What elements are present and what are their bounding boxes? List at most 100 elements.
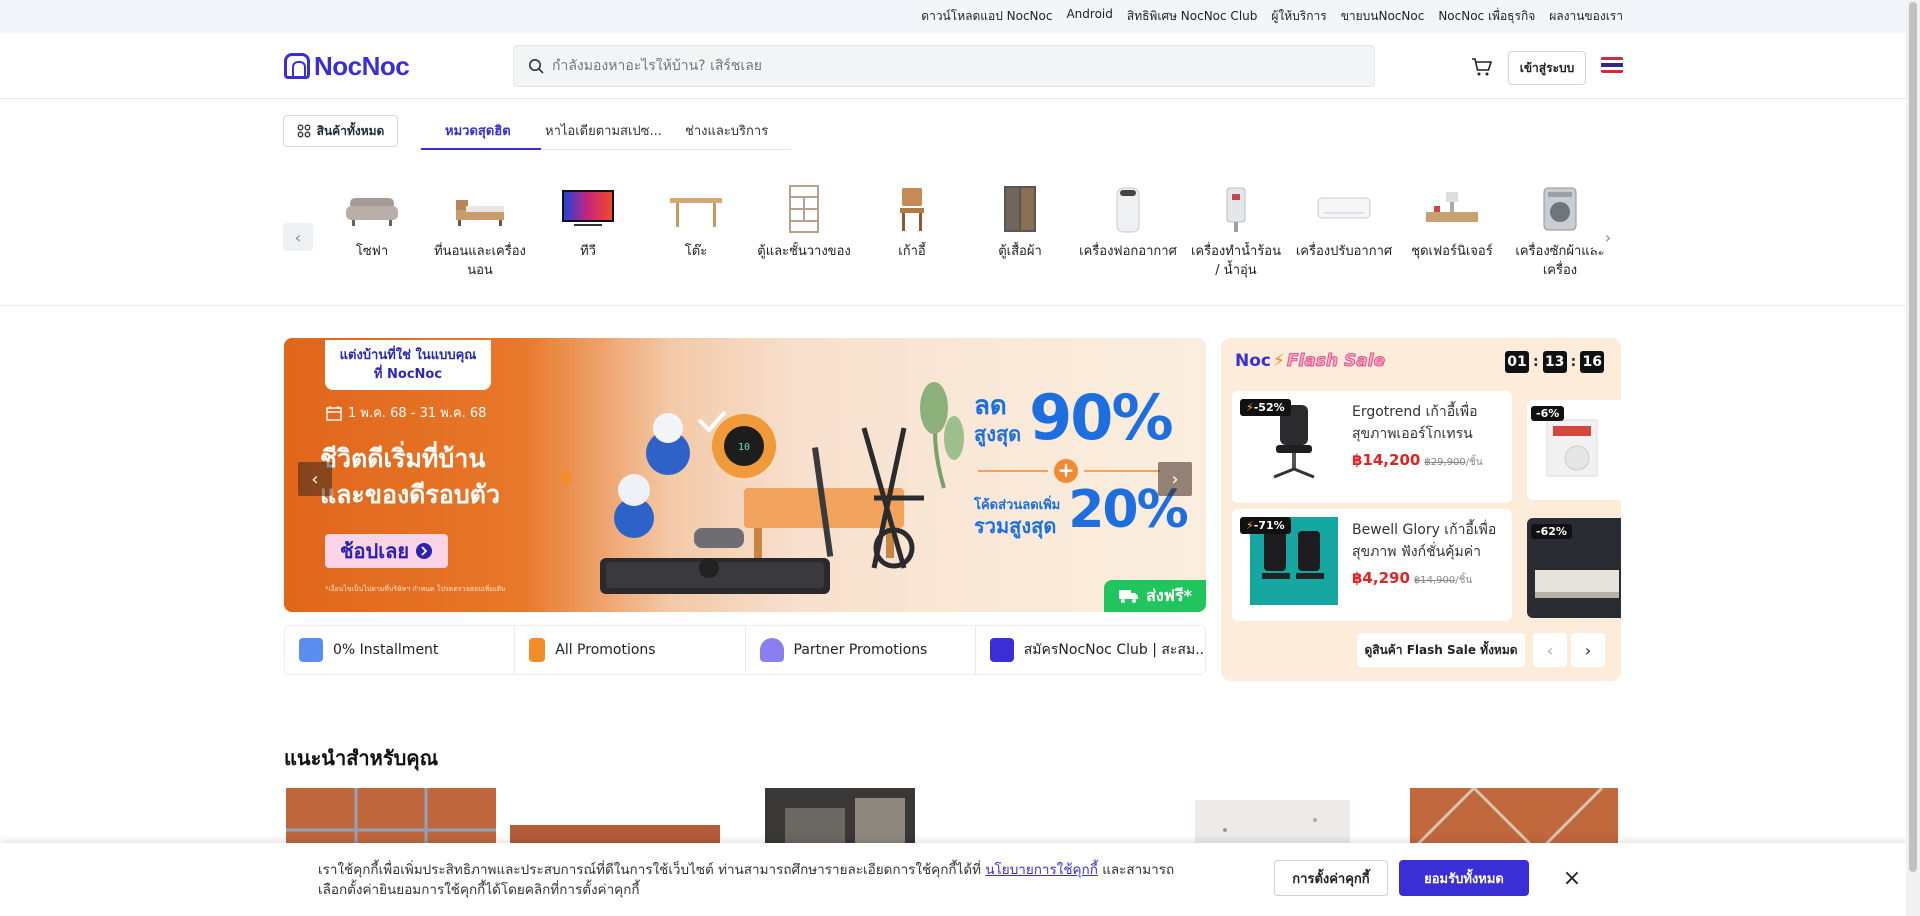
search-bar[interactable] xyxy=(513,45,1375,87)
view-all-flash-sale-button[interactable]: ดูสินค้า Flash Sale ทั้งหมด xyxy=(1357,633,1525,667)
nocnoc-club-signup-label: สมัครNocNoc Club | สะสม... xyxy=(1023,642,1205,658)
cookie-policy-link[interactable]: นโยบายการใช้คุกกี้ xyxy=(985,862,1098,878)
product-name: Bewell Glory เก้าอี้เพื่อสุขภาพ ฟังก์ชั่… xyxy=(1352,522,1497,560)
divider-line xyxy=(978,470,1048,472)
hero-prev-button[interactable]: ‹ xyxy=(298,462,332,496)
cookie-text-part1: เราใช้คุกกี้เพื่อเพิ่มประสิทธิภาพและประส… xyxy=(318,862,986,878)
nocnoc-logo[interactable]: NocNoc xyxy=(284,51,410,81)
service-provider-link[interactable]: ผู้ให้บริการ xyxy=(1271,7,1326,26)
sofa-icon xyxy=(344,184,400,234)
house-logo-icon xyxy=(284,53,310,79)
installment-link[interactable]: 0% Installment xyxy=(285,626,516,674)
search-input[interactable] xyxy=(552,58,1332,74)
login-button[interactable]: เข้าสู่ระบบ xyxy=(1508,51,1586,85)
category-furniture-set[interactable]: ชุดเฟอร์นิเจอร์ xyxy=(1403,178,1501,291)
category-label: เครื่องฟอกอากาศ xyxy=(1079,244,1177,259)
discount-promo: ลด สูงสุด 90% โค้ดส่วนลดเพิ่ม รวมสูงสุด … xyxy=(974,381,1189,538)
flash-sale-product-card[interactable]: ⚡-71% Bewell Glory เก้าอี้เพื่อสุขภาพ ฟั… xyxy=(1232,509,1512,621)
all-promotions-link[interactable]: All Promotions xyxy=(515,626,746,674)
our-works-link[interactable]: ผลงานของเรา xyxy=(1549,7,1623,26)
divider-line xyxy=(1084,470,1160,472)
all-products-button[interactable]: สินค้าทั้งหมด xyxy=(283,115,398,147)
close-icon[interactable]: × xyxy=(1558,864,1586,892)
hero-tagline-line1: แต่งบ้านที่ใช่ ในแบบคุณ xyxy=(339,348,477,363)
category-label: เครื่องปรับอากาศ xyxy=(1295,244,1393,259)
tab-ideas-by-space[interactable]: หาไอเดียตามสเปซ... xyxy=(545,120,662,141)
shop-now-button[interactable]: ช้อปเลย xyxy=(325,534,448,568)
tab-services[interactable]: ช่างและบริการ xyxy=(685,120,768,141)
scrollbar-thumb[interactable] xyxy=(1909,2,1917,872)
cart-icon[interactable] xyxy=(1470,55,1494,79)
price-unit: /ชิ้น xyxy=(1455,575,1473,586)
grid-icon xyxy=(297,124,311,138)
tag-icon xyxy=(529,638,546,662)
category-label: เครื่องทำน้ำร้อน / น้ำอุ่น xyxy=(1190,244,1281,278)
water-heater-icon xyxy=(1208,184,1264,234)
wardrobe-icon xyxy=(992,184,1048,234)
category-water-heater[interactable]: เครื่องทำน้ำร้อน / น้ำอุ่น xyxy=(1187,178,1285,291)
timer-hours: 01 xyxy=(1505,351,1529,373)
lightning-icon: ⚡ xyxy=(1272,351,1285,371)
category-table[interactable]: โต๊ะ xyxy=(647,178,745,291)
category-tv[interactable]: ทีวี xyxy=(539,178,637,291)
free-shipping-label: ส่งฟรี* xyxy=(1146,585,1192,605)
category-label: โต๊ะ xyxy=(684,244,708,259)
page-scrollbar[interactable] xyxy=(1906,0,1920,916)
category-label: ตู้และชั้นวางของ xyxy=(757,244,851,259)
flash-sale-next-button[interactable]: › xyxy=(1571,633,1605,667)
installment-icon xyxy=(299,638,323,662)
flash-sale-product-card-partial[interactable]: -62% xyxy=(1527,518,1621,618)
sell-on-nocnoc-link[interactable]: ขายบนNocNoc xyxy=(1341,7,1425,26)
thai-flag-icon[interactable] xyxy=(1601,57,1623,73)
product-price: ฿4,290 ฿14,900/ชิ้น xyxy=(1352,569,1472,588)
tab-popular-categories[interactable]: หมวดสุดฮิต xyxy=(445,120,511,141)
flash-sale-brand: Noc xyxy=(1235,351,1271,371)
carousel-next-button[interactable]: › xyxy=(1593,223,1623,251)
cookie-settings-button[interactable]: การตั้งค่าคุกกี้ xyxy=(1274,860,1388,896)
discount-badge: -62% xyxy=(1531,524,1572,539)
shelf-icon xyxy=(776,184,832,234)
nocnoc-club-link[interactable]: สิทธิพิเศษ NocNoc Club xyxy=(1127,7,1258,26)
discount-badge-text: -52% xyxy=(1253,401,1285,414)
category-label: โซฟา xyxy=(355,244,389,259)
discount-sub: สูงสุด xyxy=(974,422,1022,446)
flash-sale-title: Noc ⚡ Flash Sale xyxy=(1235,351,1386,372)
download-app-link[interactable]: ดาวน์โหลดแอป NocNoc xyxy=(921,7,1052,26)
accept-all-cookies-button[interactable]: ยอมรับทั้งหมด xyxy=(1399,860,1529,896)
installment-label: 0% Installment xyxy=(333,642,439,658)
category-chair[interactable]: เก้าอี้ xyxy=(863,178,961,291)
nocnoc-business-link[interactable]: NocNoc เพื่อธุรกิจ xyxy=(1438,7,1535,26)
sale-price: ฿14,200 xyxy=(1352,451,1421,469)
arrow-circle-icon xyxy=(416,543,433,559)
category-carousel: ‹ โซฟา ที่นอนและเครื่องนอน ทีวี โต๊ะ ตู้… xyxy=(283,178,1623,293)
product-price: ฿14,200 ฿29,900/ชิ้น xyxy=(1352,451,1483,470)
handshake-icon xyxy=(759,638,784,662)
hero-date: 1 พ.ค. 68 - 31 พ.ค. 68 xyxy=(326,402,486,423)
hero-banner[interactable]: แต่งบ้านที่ใช่ ในแบบคุณ ที่ NocNoc 1 พ.ค… xyxy=(284,338,1206,612)
air-purifier-icon xyxy=(1100,184,1156,234)
category-bedding[interactable]: ที่นอนและเครื่องนอน xyxy=(431,178,529,291)
discount-value: 90% xyxy=(1029,381,1173,454)
extra-discount-line2: รวมสูงสุด xyxy=(974,514,1057,538)
nocnoc-club-signup-link[interactable]: สมัครNocNoc Club | สะสม... xyxy=(976,626,1205,674)
hero-next-button[interactable]: › xyxy=(1158,462,1192,496)
carousel-prev-button[interactable]: ‹ xyxy=(283,223,313,251)
discount-prefix: ลด xyxy=(974,391,1007,421)
sale-price: ฿4,290 xyxy=(1352,569,1410,587)
hero-product-scene-image: 10 xyxy=(560,382,964,594)
category-air-purifier[interactable]: เครื่องฟอกอากาศ xyxy=(1079,178,1177,291)
category-shelves[interactable]: ตู้และชั้นวางของ xyxy=(755,178,853,291)
cookie-message: เราใช้คุกกี้เพื่อเพิ่มประสิทธิภาพและประส… xyxy=(318,860,1188,900)
category-air-conditioner[interactable]: เครื่องปรับอากาศ xyxy=(1295,178,1393,291)
category-sofa[interactable]: โซฟา xyxy=(323,178,421,291)
android-link[interactable]: Android xyxy=(1066,7,1112,26)
category-wardrobe[interactable]: ตู้เสื้อผ้า xyxy=(971,178,1069,291)
partner-promotions-link[interactable]: Partner Promotions xyxy=(746,626,976,674)
flash-sale-product-card-partial[interactable]: -6% xyxy=(1527,400,1621,500)
flash-sale-product-card[interactable]: ⚡-52% Ergotrend เก้าอี้เพื่อสุขภาพเออร์โ… xyxy=(1232,391,1512,503)
all-products-label: สินค้าทั้งหมด xyxy=(316,123,385,138)
top-utility-bar: ดาวน์โหลดแอป NocNoc Android สิทธิพิเศษ N… xyxy=(0,0,1920,33)
category-label: ชุดเฟอร์นิเจอร์ xyxy=(1411,244,1493,259)
category-label: ตู้เสื้อผ้า xyxy=(998,244,1042,259)
flash-sale-prev-button[interactable]: ‹ xyxy=(1533,633,1567,667)
